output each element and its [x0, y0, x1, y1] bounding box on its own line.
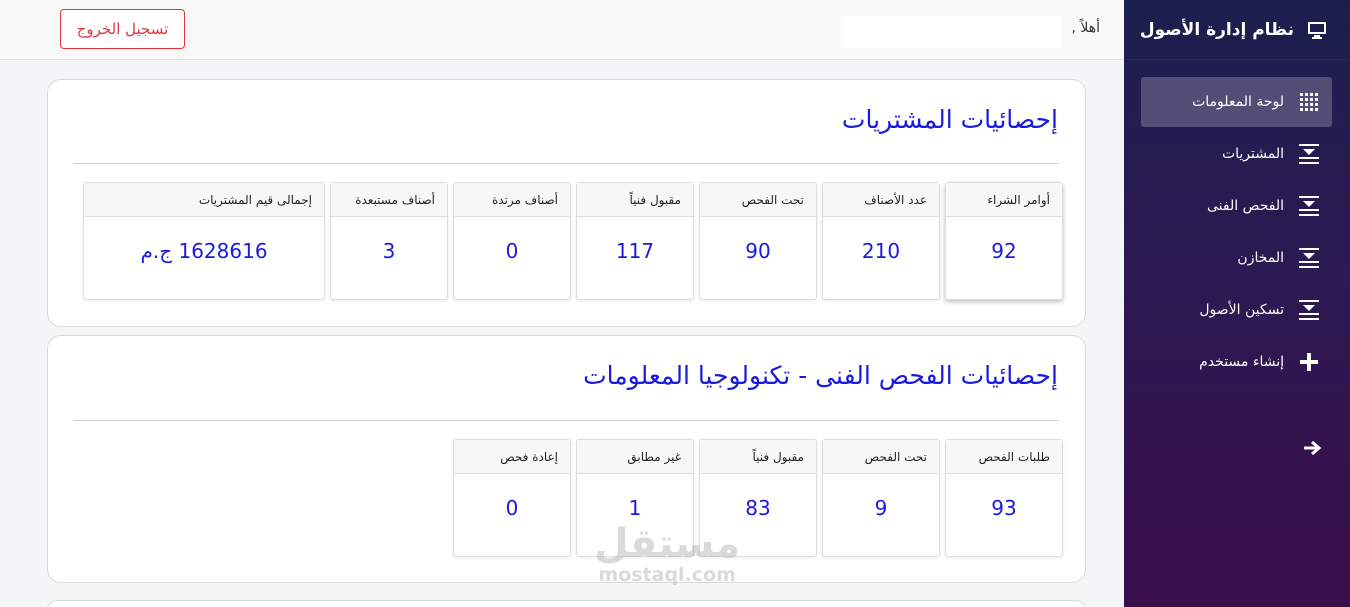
stat-returned-items: أصناف مرتدة 0 — [453, 182, 571, 300]
inspection-stats-card: إحصائيات الفحص الفنى - تكنولوجيا المعلوم… — [47, 335, 1086, 583]
sidebar-header: نظام إدارة الأصول — [1124, 0, 1350, 60]
grid-icon — [1298, 91, 1320, 113]
stat-label: أصناف مستبعدة — [331, 183, 447, 217]
user-name — [841, 16, 1062, 48]
stat-label: مقبول فنياً — [577, 183, 693, 217]
sidebar-item-label: المشتريات — [1221, 146, 1284, 162]
watermark-latin: mostaql.com — [598, 564, 736, 586]
purchases-stats-card: إحصائيات المشتريات أوامر الشراء 92 عدد ا… — [47, 79, 1086, 327]
stat-value: 0 — [505, 496, 519, 520]
sidebar-item-label: الفحص الفنى — [1206, 198, 1284, 214]
stat-inspection-requests: طلبات الفحص 93 — [945, 439, 1063, 557]
stat-label: عدد الأصناف — [823, 183, 939, 217]
greeting-text: أهلاً , — [1071, 20, 1100, 36]
collapse-arrows-icon — [1298, 299, 1320, 321]
stat-reinspection: إعادة فحص 0 — [453, 439, 571, 557]
stat-value: 1 — [628, 496, 642, 520]
stat-label: غير مطابق — [577, 440, 693, 474]
stat-label: طلبات الفحص — [946, 440, 1062, 474]
stat-value: 92 — [991, 239, 1017, 263]
watermark-arabic: مستقل — [594, 521, 741, 567]
stat-value: 117 — [615, 239, 655, 263]
stat-under-inspection: تحت الفحص 90 — [699, 182, 817, 300]
sidebar-item-warehouses[interactable]: المخازن — [1141, 233, 1332, 283]
stat-label: إجمالى قيم المشتريات — [84, 183, 324, 217]
stat-value: 9 — [874, 496, 888, 520]
divider — [74, 420, 1059, 421]
stat-label: أوامر الشراء — [946, 183, 1062, 217]
stat-label: إعادة فحص — [454, 440, 570, 474]
sidebar-item-asset-assignment[interactable]: تسكين الأصول — [1141, 285, 1332, 335]
sidebar-item-dashboard[interactable]: لوحة المعلومات — [1141, 77, 1332, 127]
collapse-arrows-icon — [1298, 195, 1320, 217]
sidebar-item-label: إنشاء مستخدم — [1199, 354, 1284, 370]
arrow-right-icon[interactable] — [1302, 436, 1324, 460]
watermark-logo: مستقل mostaql.com — [594, 524, 740, 586]
stat-label: تحت الفحص — [823, 440, 939, 474]
stat-value: 93 — [991, 496, 1017, 520]
collapse-arrows-icon — [1298, 247, 1320, 269]
stat-total-purchases-value: إجمالى قيم المشتريات 1628616 ج.م — [83, 182, 325, 300]
sidebar-item-label: تسكين الأصول — [1199, 302, 1284, 318]
collapse-arrows-icon — [1298, 143, 1320, 165]
stat-value: 210 — [861, 239, 901, 263]
logout-button[interactable]: تسجيل الخروج — [60, 9, 185, 49]
stat-label: أصناف مرتدة — [454, 183, 570, 217]
stat-items-count: عدد الأصناف 210 — [822, 182, 940, 300]
stat-purchase-orders: أوامر الشراء 92 — [945, 182, 1063, 300]
stat-label: مقبول فنياً — [700, 440, 816, 474]
next-stats-card — [47, 600, 1086, 607]
topbar: أهلاً , تسجيل الخروج — [0, 0, 1124, 60]
sidebar-item-label: المخازن — [1237, 250, 1284, 266]
monitor-icon — [1306, 19, 1328, 41]
stat-value: 1628616 ج.م — [140, 239, 268, 263]
stat-under-inspection: تحت الفحص 9 — [822, 439, 940, 557]
sidebar-item-purchases[interactable]: المشتريات — [1141, 129, 1332, 179]
stat-value: 83 — [745, 496, 771, 520]
sidebar-item-inspection[interactable]: الفحص الفنى — [1141, 181, 1332, 231]
plus-icon — [1298, 351, 1320, 373]
section-title: إحصائيات الفحص الفنى - تكنولوجيا المعلوم… — [583, 361, 1058, 390]
sidebar-nav: لوحة المعلومات المشتريات الفحص الفنى الم… — [1124, 60, 1350, 387]
sidebar-item-create-user[interactable]: إنشاء مستخدم — [1141, 337, 1332, 387]
section-title: إحصائيات المشتريات — [841, 105, 1058, 134]
stat-technically-accepted: مقبول فنياً 117 — [576, 182, 694, 300]
app-title: نظام إدارة الأصول — [1139, 19, 1294, 40]
divider — [74, 163, 1059, 164]
stat-value: 3 — [382, 239, 396, 263]
stat-value: 0 — [505, 239, 519, 263]
stat-excluded-items: أصناف مستبعدة 3 — [330, 182, 448, 300]
sidebar-item-label: لوحة المعلومات — [1192, 94, 1284, 110]
sidebar: نظام إدارة الأصول لوحة المعلومات المشتري… — [1124, 0, 1350, 607]
stat-label: تحت الفحص — [700, 183, 816, 217]
stat-value: 90 — [745, 239, 771, 263]
